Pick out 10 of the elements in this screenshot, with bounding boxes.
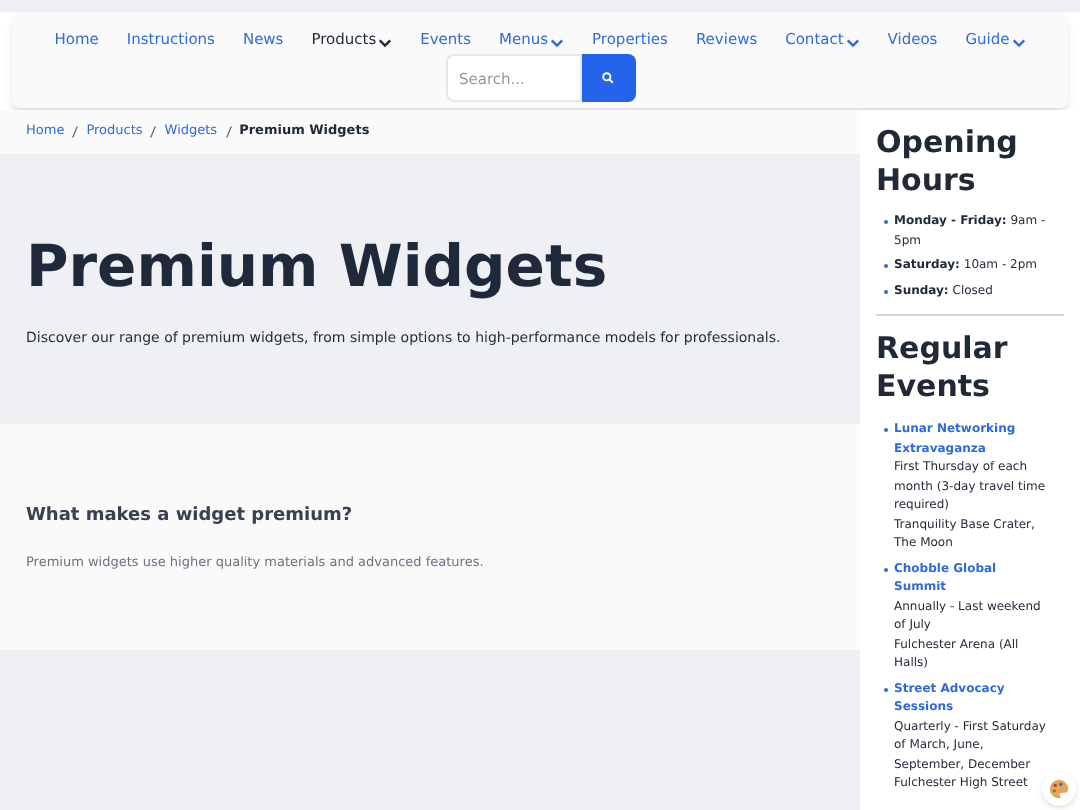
search-icon (602, 72, 614, 85)
slash-icon (225, 126, 232, 139)
slash-icon (72, 126, 79, 139)
search-button[interactable] (581, 54, 635, 103)
section-heading: What makes a widget premium? (26, 504, 355, 531)
page-title: Premium Widgets (26, 238, 610, 297)
sidebar-heading: Opening Hours (876, 124, 1016, 201)
sidebar-heading: Regular Events (876, 330, 1010, 407)
slash-icon (150, 126, 157, 139)
palette-icon (1048, 778, 1070, 800)
